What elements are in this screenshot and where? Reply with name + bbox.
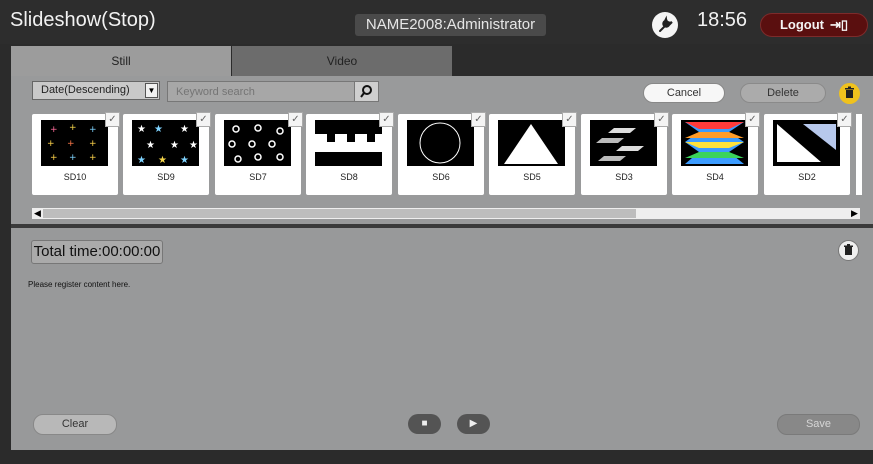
stop-button[interactable]: ■	[408, 414, 441, 434]
scroll-left-icon[interactable]: ◀	[32, 208, 43, 219]
thumbnail-label: SD6	[432, 172, 450, 182]
tab-video[interactable]: Video	[232, 46, 452, 76]
svg-text:+: +	[89, 139, 97, 149]
thumbnail-image	[315, 120, 382, 166]
content-library-panel: Date(Descending) ▼ Cancel Delete +++ +++…	[11, 76, 873, 224]
trash-icon[interactable]	[839, 83, 860, 104]
play-icon: ▶	[469, 418, 478, 429]
clear-button[interactable]: Clear	[33, 414, 117, 435]
svg-text:★: ★	[137, 124, 146, 135]
svg-text:+: +	[50, 153, 58, 163]
page-title: Slideshow(Stop)	[10, 9, 156, 31]
thumbnail-label: SD7	[249, 172, 267, 182]
delete-button[interactable]: Delete	[740, 83, 826, 103]
thumbnail-image	[224, 120, 291, 166]
checkbox[interactable]: ✓	[379, 112, 394, 127]
checkbox[interactable]: ✓	[105, 112, 120, 127]
logout-icon: ⇥▯	[830, 17, 849, 32]
search-input[interactable]	[167, 81, 355, 102]
checkbox[interactable]: ✓	[654, 112, 669, 127]
thumbnail-image: + + + + + + + + +	[41, 120, 108, 166]
play-button[interactable]: ▶	[457, 414, 490, 434]
thumbnail-label: SD4	[706, 172, 724, 182]
thumbnail-card-partial	[856, 114, 862, 195]
user-badge: NAME2008:Administrator	[355, 14, 546, 36]
svg-text:★: ★	[180, 124, 189, 135]
checkbox[interactable]: ✓	[196, 112, 211, 127]
bottom-strip	[0, 450, 873, 464]
thumbnail-label: SD8	[340, 172, 358, 182]
svg-text:★: ★	[137, 155, 146, 166]
thumbnail-card[interactable]: ✓ SD7	[215, 112, 303, 195]
svg-text:★: ★	[189, 140, 198, 151]
thumbnail-image: ★ ★ ★ ★ ★ ★ ★ ★ ★	[132, 120, 199, 166]
thumbnail-card[interactable]: ✓ SD3	[581, 112, 669, 195]
scroll-right-icon[interactable]: ▶	[849, 208, 860, 219]
trash-icon[interactable]	[838, 240, 859, 261]
thumbnail-label: SD9	[157, 172, 175, 182]
svg-text:★: ★	[146, 140, 155, 151]
search-icon[interactable]	[354, 81, 379, 102]
thumbnail-label: SD3	[615, 172, 633, 182]
sort-value: Date(Descending)	[41, 84, 130, 96]
sort-select[interactable]: Date(Descending) ▼	[32, 81, 160, 100]
thumbnail-label: SD2	[798, 172, 816, 182]
thumbnail-card[interactable]: ★ ★ ★ ★ ★ ★ ★ ★ ★ ✓ SD9	[123, 112, 211, 195]
tab-bar: Still Video	[11, 46, 860, 76]
svg-text:★: ★	[158, 155, 167, 166]
svg-text:+: +	[69, 123, 77, 133]
svg-text:+: +	[69, 153, 77, 163]
thumbnail-card[interactable]: ✓ SD6	[398, 112, 486, 195]
checkbox[interactable]: ✓	[837, 112, 852, 127]
thumbnail-card[interactable]: ✓ SD8	[306, 112, 394, 195]
svg-text:+: +	[47, 139, 55, 149]
thumbnail-label: SD10	[63, 172, 87, 182]
thumbnail-card[interactable]: ✓ SD2	[764, 112, 852, 195]
save-button[interactable]: Save	[777, 414, 860, 435]
checkbox[interactable]: ✓	[471, 112, 486, 127]
svg-text:+: +	[50, 125, 58, 135]
total-time: Total time:00:00:00	[31, 240, 163, 264]
checkbox[interactable]: ✓	[562, 112, 577, 127]
thumbnail-image	[590, 120, 657, 166]
checkbox[interactable]: ✓	[288, 112, 303, 127]
chevron-down-icon[interactable]: ▼	[145, 83, 158, 98]
thumbnail-image	[498, 120, 565, 166]
svg-text:+: +	[89, 125, 97, 135]
wrench-icon[interactable]	[652, 12, 678, 38]
thumbnail-label: SD5	[523, 172, 541, 182]
logout-button[interactable]: Logout ⇥▯	[760, 13, 868, 37]
top-bar: Slideshow(Stop) NAME2008:Administrator 1…	[0, 0, 873, 44]
stop-icon: ■	[421, 418, 428, 429]
svg-text:+: +	[67, 139, 75, 149]
cancel-button[interactable]: Cancel	[643, 83, 725, 103]
thumbnail-card[interactable]: ✓ SD4	[672, 112, 760, 195]
checkbox[interactable]: ✓	[745, 112, 760, 127]
logout-label: Logout	[779, 17, 824, 32]
scrollbar-thumb[interactable]	[43, 209, 636, 218]
clock: 18:56	[697, 9, 748, 31]
thumbnail-image	[773, 120, 840, 166]
svg-text:★: ★	[170, 140, 179, 151]
tab-still[interactable]: Still	[11, 46, 231, 76]
playlist-panel: Total time:00:00:00 Please register cont…	[11, 228, 873, 450]
thumbnail-card[interactable]: ✓ SD5	[489, 112, 577, 195]
svg-text:+: +	[89, 153, 97, 163]
empty-hint: Please register content here.	[28, 280, 131, 289]
thumbnail-image	[407, 120, 474, 166]
horizontal-scrollbar[interactable]: ◀ ▶	[32, 208, 860, 219]
thumbnail-card[interactable]: + + + + + + + + + ✓ SD10	[32, 112, 120, 195]
thumbnail-image	[681, 120, 748, 166]
svg-text:★: ★	[180, 155, 189, 166]
svg-text:★: ★	[154, 124, 163, 135]
